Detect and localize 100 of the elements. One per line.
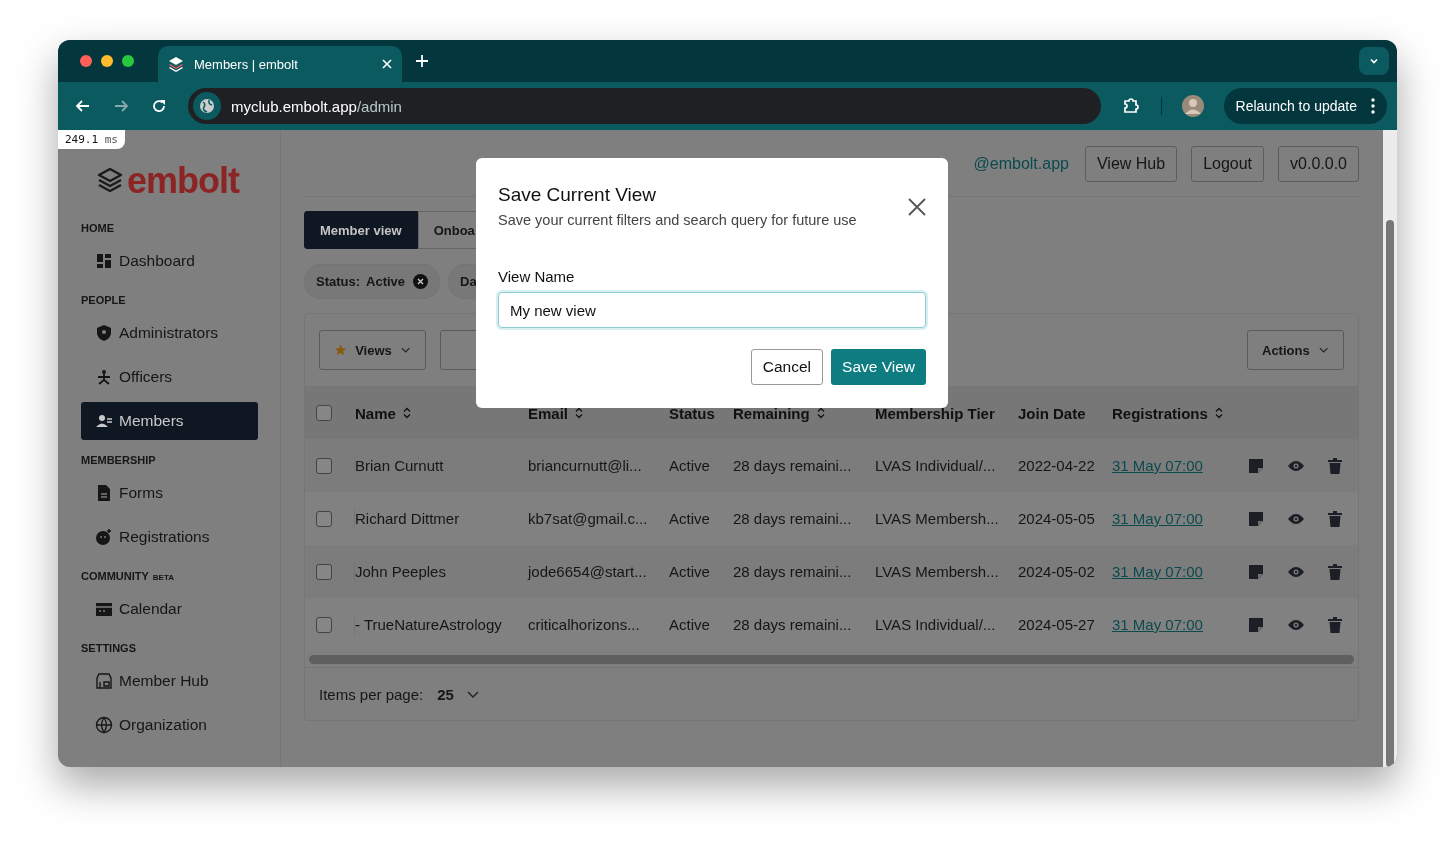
sidebar-item[interactable]: Registrations <box>81 518 258 556</box>
tab-list-button[interactable] <box>1359 47 1389 75</box>
star-icon <box>334 343 348 357</box>
reload-icon[interactable] <box>150 97 168 115</box>
more-icon <box>1371 98 1375 114</box>
relaunch-button[interactable]: Relaunch to update <box>1223 88 1387 124</box>
column-header[interactable]: Status <box>669 404 715 422</box>
eye-icon[interactable] <box>1288 618 1304 631</box>
stack-icon <box>97 167 123 195</box>
browser-tab[interactable]: Members | embolt <box>158 46 402 82</box>
store-icon <box>95 672 113 690</box>
sidebar-item[interactable]: Calendar <box>81 590 258 628</box>
table-cell: LVAS Membersh... <box>875 563 999 580</box>
table-cell: Active <box>669 563 710 580</box>
person-icon <box>95 368 113 386</box>
table-cell: 28 days remaini... <box>733 510 852 527</box>
vertical-scrollbar[interactable] <box>1383 130 1397 767</box>
eye-icon[interactable] <box>1288 459 1304 472</box>
filter-value: Active <box>366 274 406 289</box>
sidebar-item[interactable]: Dashboard <box>81 242 258 280</box>
filter-label: Status: <box>316 274 361 289</box>
items-per-page-label: Items per page: <box>319 685 424 703</box>
sidebar-item[interactable]: Member Hub <box>81 662 258 700</box>
new-tab-icon[interactable] <box>416 55 428 67</box>
sort-icon[interactable] <box>574 407 585 419</box>
sidebar-item[interactable]: Members <box>81 402 258 440</box>
dialog-subtitle: Save your current filters and search query for future use <box>498 212 857 228</box>
row-checkbox[interactable] <box>316 616 332 633</box>
section-heading: MEMBERSHIP <box>81 454 156 466</box>
column-header[interactable]: Registrations <box>1112 404 1208 422</box>
avatar-icon[interactable] <box>1181 95 1204 117</box>
note-icon[interactable] <box>1248 457 1264 474</box>
column-header[interactable]: Remaining <box>733 404 810 422</box>
column-header[interactable]: Email <box>528 404 569 422</box>
close-tab-icon[interactable] <box>382 59 392 69</box>
globe-icon <box>95 716 113 734</box>
trash-icon[interactable] <box>1328 563 1342 580</box>
views-button[interactable]: Views <box>319 330 426 370</box>
note-icon[interactable] <box>1248 616 1264 633</box>
close-icon[interactable] <box>908 198 926 216</box>
table-cell: 2024-05-05 <box>1018 510 1095 527</box>
sidebar-item[interactable]: Forms <box>81 474 258 512</box>
table-cell: Active <box>669 457 710 474</box>
row-checkbox[interactable] <box>316 457 332 474</box>
site-info-icon[interactable] <box>193 92 221 120</box>
face-icon <box>95 528 113 546</box>
table-cell: 28 days remaini... <box>733 563 852 580</box>
table-cell: 2022-04-22 <box>1018 457 1095 474</box>
timing-badge: 249.1 ms <box>58 130 125 149</box>
column-header[interactable]: Join Date <box>1018 404 1086 422</box>
registration-link[interactable]: 31 May 07:00 <box>1112 457 1203 474</box>
page-size-select[interactable]: 25 <box>431 684 486 704</box>
maximize-window-button[interactable] <box>122 55 134 67</box>
document-icon <box>95 484 113 502</box>
close-window-button[interactable] <box>80 55 92 67</box>
table-cell: 28 days remaini... <box>733 616 852 633</box>
trash-icon[interactable] <box>1328 616 1342 633</box>
actions-button[interactable]: Actions <box>1247 330 1344 370</box>
note-icon[interactable] <box>1248 563 1264 580</box>
url-host: myclub.embolt.app <box>231 97 357 115</box>
header-button[interactable]: v0.0.0.0 <box>1278 146 1359 182</box>
registration-link[interactable]: 31 May 07:00 <box>1112 563 1203 580</box>
header-button[interactable]: Logout <box>1191 146 1265 182</box>
view-name-field[interactable]: My new view <box>498 292 926 328</box>
trash-icon[interactable] <box>1328 510 1342 527</box>
registration-link[interactable]: 31 May 07:00 <box>1112 616 1203 633</box>
header-button[interactable]: View Hub <box>1084 146 1178 182</box>
filter-chip[interactable]: Status: Active <box>304 264 441 299</box>
table-cell: - TrueNatureAstrology <box>355 616 502 633</box>
view-tab[interactable]: Member view <box>304 211 418 249</box>
user-email[interactable]: @embolt.app <box>973 155 1069 173</box>
row-checkbox[interactable] <box>316 563 332 580</box>
note-icon[interactable] <box>1248 510 1264 527</box>
table-cell: Active <box>669 616 710 633</box>
column-header[interactable]: Membership Tier <box>875 404 995 422</box>
cancel-button[interactable]: Cancel <box>750 349 824 385</box>
save-view-button[interactable]: Save View <box>831 349 926 385</box>
column-header[interactable]: Name <box>355 404 396 422</box>
address-bar[interactable]: myclub.embolt.app/admin <box>188 88 1101 124</box>
field-label: View Name <box>498 268 576 285</box>
eye-icon[interactable] <box>1288 512 1304 525</box>
table-cell: 2024-05-02 <box>1018 563 1095 580</box>
sidebar-item[interactable]: Administrators <box>81 314 258 352</box>
sidebar-item[interactable]: Organization <box>81 706 258 744</box>
horizontal-scrollbar[interactable] <box>309 655 1354 664</box>
table-cell: Richard Dittmer <box>355 510 460 527</box>
table-cell: 2024-05-27 <box>1018 616 1095 633</box>
select-all-checkbox[interactable] <box>316 405 332 421</box>
url-path: /admin <box>356 97 402 115</box>
section-heading: COMMUNITY <box>81 570 149 582</box>
sidebar-item[interactable]: Officers <box>81 358 258 396</box>
row-checkbox[interactable] <box>316 510 332 527</box>
eye-icon[interactable] <box>1288 565 1304 578</box>
remove-icon[interactable] <box>413 274 429 289</box>
minimize-window-button[interactable] <box>101 55 113 67</box>
trash-icon[interactable] <box>1328 457 1342 474</box>
registration-link[interactable]: 31 May 07:00 <box>1112 510 1203 527</box>
table-cell: jode6654@start... <box>528 563 647 580</box>
sort-icon[interactable] <box>815 407 826 419</box>
calendar-icon <box>95 600 113 618</box>
